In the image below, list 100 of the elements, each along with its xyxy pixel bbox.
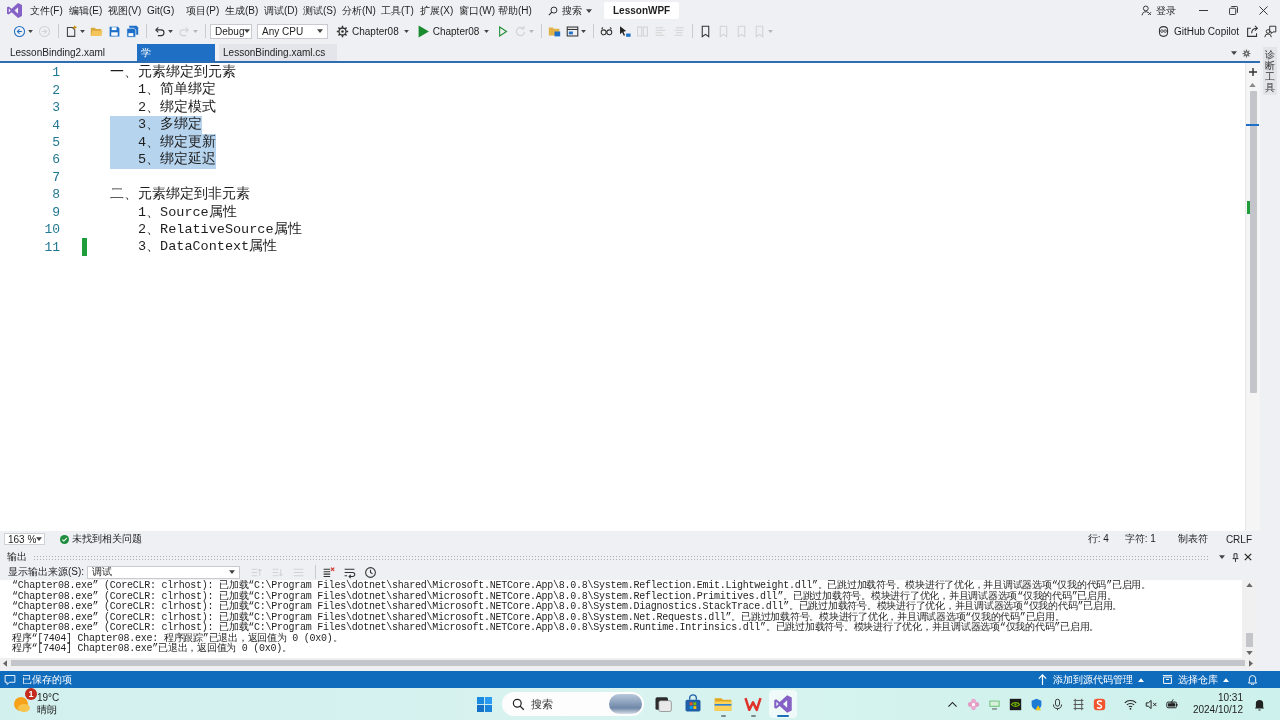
microphone-icon[interactable] bbox=[1050, 697, 1064, 711]
vertical-scrollbar[interactable] bbox=[1245, 63, 1260, 531]
notification-count: 1 bbox=[25, 688, 37, 700]
caret-up-icon bbox=[1223, 677, 1229, 682]
menu-item[interactable]: 帮助(H) bbox=[495, 3, 534, 18]
line-number: 11 bbox=[43, 239, 60, 255]
zoom-dropdown[interactable]: 163 % bbox=[4, 533, 45, 545]
shopping-bag-icon bbox=[683, 694, 703, 714]
document-tab[interactable]: 学 bbox=[137, 44, 216, 61]
up-arrow-icon bbox=[1037, 674, 1048, 685]
search-field[interactable]: 搜索 bbox=[531, 698, 609, 710]
output-line: “Chapter08.exe” (CoreCLR: clrhost): 已加载“C:\Program Files\dotnet\shared\Microsoft.NETCore.App\8.0.8\System.Reflection.Emit.Lightweight.dll”。已跳过加载符号。模块进行了优化，并且调试器选项“仅我的代码”已启用。 bbox=[12, 581, 1152, 591]
platform-dropdown[interactable]: Any CPU bbox=[257, 23, 328, 39]
restore-icon bbox=[1228, 6, 1238, 15]
swirl-icon[interactable] bbox=[1092, 697, 1106, 711]
caret-icon bbox=[317, 29, 323, 33]
person-icon bbox=[1141, 5, 1152, 16]
app-logo-icon bbox=[7, 3, 22, 18]
menu-item[interactable]: 项目(P) bbox=[183, 3, 222, 18]
grid-icon[interactable] bbox=[1071, 697, 1085, 711]
solution-name: LessonWPF bbox=[604, 2, 680, 19]
code-line: 一、元素绑定到元素 bbox=[110, 64, 236, 81]
menu-item[interactable]: 视图(V) bbox=[105, 3, 144, 18]
check-circle-icon bbox=[60, 534, 69, 544]
sign-in-button[interactable]: 登录 bbox=[1141, 2, 1176, 19]
temperature-label: 19°C bbox=[37, 692, 60, 704]
output-line: “Chapter08.exe” (CoreCLR: clrhost): 已加载“C:\Program Files\dotnet\shared\Microsoft.NETCore.App\8.0.8\System.Net.Requests.dll”。已跳过加载符号。模块进行了优化，并且调试器选项“仅我的代码”已启用。 bbox=[12, 612, 1065, 623]
menu-item[interactable]: 工具(T) bbox=[378, 3, 417, 18]
eye-logo-icon[interactable] bbox=[1008, 697, 1022, 711]
code-line: 2、RelativeSource属性 bbox=[138, 220, 302, 238]
share-button[interactable] bbox=[1244, 22, 1261, 40]
output-line: 程序“[7404] Chapter08.exe”已退出，返回值为 0 (0x0)。 bbox=[12, 644, 293, 655]
menu-item[interactable]: 窗口(W) bbox=[456, 3, 495, 18]
startup-project-button[interactable]: Chapter08 bbox=[333, 22, 412, 40]
code-line: 3、DataContext属性 bbox=[138, 238, 278, 256]
caret-icon bbox=[80, 29, 85, 33]
code-line: 1、Source属性 bbox=[138, 203, 237, 221]
menu-item[interactable]: 生成(B) bbox=[222, 3, 261, 18]
text-editor[interactable]: 1 一、元素绑定到元素 2 1、简单绑定 3 2、绑定模式 4 3、多绑定 5 4、绑定更新 6 5、绑定延迟 7 8 二、元素绑定到非元素 9 1、Source属性 10 2、RelativeSource属性 11 3、DataContext属性 bbox=[0, 63, 1245, 531]
tool-window-tab[interactable]: 诊断工具 bbox=[1263, 47, 1277, 95]
menu-item[interactable]: 测试(S) bbox=[300, 3, 339, 18]
muted-speaker-icon[interactable] bbox=[1144, 697, 1158, 711]
menu-item[interactable]: Git(G) bbox=[144, 3, 183, 18]
indentation-indicator[interactable]: 制表符 bbox=[1177, 532, 1208, 546]
scroll-right-icon bbox=[1249, 659, 1253, 667]
add-to-source-control-button[interactable]: 添加到源代码管理 bbox=[1033, 671, 1148, 688]
configuration-dropdown[interactable]: Debug bbox=[210, 23, 252, 39]
column-indicator[interactable]: 字符: 1 bbox=[1124, 532, 1156, 546]
scroll-up-icon bbox=[1249, 83, 1256, 87]
output-source-dropdown[interactable]: 调试 bbox=[87, 565, 241, 579]
caret-icon bbox=[529, 29, 535, 33]
select-repository-button[interactable]: 选择仓库 bbox=[1158, 671, 1233, 688]
caret-icon bbox=[193, 29, 198, 33]
plus-icon bbox=[1249, 68, 1257, 76]
menu-item[interactable]: 编辑(E) bbox=[66, 3, 105, 18]
caret-icon bbox=[1231, 51, 1237, 55]
scrollbar-thumb[interactable] bbox=[1245, 633, 1253, 647]
weather-condition-label: 晴朗 bbox=[37, 704, 58, 716]
app-logo-icon bbox=[773, 694, 793, 714]
code-line: 1、简单绑定 bbox=[138, 81, 217, 99]
line-number: 6 bbox=[51, 152, 60, 168]
caret-icon bbox=[244, 29, 251, 33]
caret-icon bbox=[168, 29, 173, 33]
line-number: 8 bbox=[51, 187, 60, 203]
caret-icon bbox=[1219, 555, 1225, 559]
copilot-button[interactable]: GitHub Copilot bbox=[1153, 22, 1242, 40]
close-button[interactable] bbox=[1242, 551, 1254, 563]
issues-status[interactable]: 未找到相关问题 bbox=[72, 532, 142, 546]
shield-icon[interactable] bbox=[1029, 697, 1043, 711]
wifi-icon[interactable] bbox=[1123, 697, 1137, 711]
document-tab[interactable]: LessonBinding2.xaml bbox=[6, 44, 110, 61]
menu-item[interactable]: 文件(F) bbox=[27, 3, 66, 18]
pin-button[interactable] bbox=[1229, 551, 1241, 563]
close-icon bbox=[1244, 553, 1252, 561]
bell-icon[interactable] bbox=[1253, 697, 1266, 711]
share-icon bbox=[1246, 24, 1259, 38]
scrollbar-thumb[interactable] bbox=[11, 660, 1245, 666]
scroll-up-icon bbox=[1245, 583, 1253, 587]
scrollbar-thumb[interactable] bbox=[1250, 91, 1257, 393]
battery-icon[interactable] bbox=[1165, 697, 1179, 711]
minimize-icon bbox=[1198, 10, 1208, 11]
taskbar-search-box[interactable]: 搜索 bbox=[502, 692, 644, 716]
four-panes-logo-icon bbox=[476, 696, 492, 712]
line-indicator[interactable]: 行: 4 bbox=[1087, 532, 1109, 546]
line-ending-indicator[interactable]: CRLF bbox=[1225, 533, 1252, 545]
menu-item[interactable]: 扩展(X) bbox=[417, 3, 456, 18]
menu-item[interactable]: 调试(D) bbox=[261, 3, 300, 18]
start-debugging-button[interactable]: Chapter08 bbox=[413, 22, 493, 40]
change-marker-icon bbox=[1247, 201, 1250, 214]
settings-icon bbox=[1241, 48, 1251, 58]
bell-icon bbox=[1247, 674, 1258, 685]
code-line: 二、元素绑定到非元素 bbox=[110, 186, 250, 204]
output-line: “Chapter08.exe” (CoreCLR: clrhost): 已加载“C:\Program Files\dotnet\shared\Microsoft.NETCore.App\8.0.8\System.Reflection.Primitives.dll”。已跳过加载符号。模块进行了优化，并且调试器选项“仅我的代码”已启用。 bbox=[12, 591, 1118, 602]
clock[interactable]: 10:31 2024/10/12 bbox=[1192, 692, 1243, 716]
search-button[interactable]: 搜索 bbox=[545, 2, 595, 19]
menu-item[interactable]: 分析(N) bbox=[339, 3, 378, 18]
caret-up-icon bbox=[1138, 677, 1144, 682]
horizontal-scrollbar[interactable] bbox=[0, 658, 1256, 668]
caret-icon bbox=[581, 29, 587, 33]
document-tab[interactable]: LessonBinding.xaml.cs bbox=[219, 44, 338, 61]
